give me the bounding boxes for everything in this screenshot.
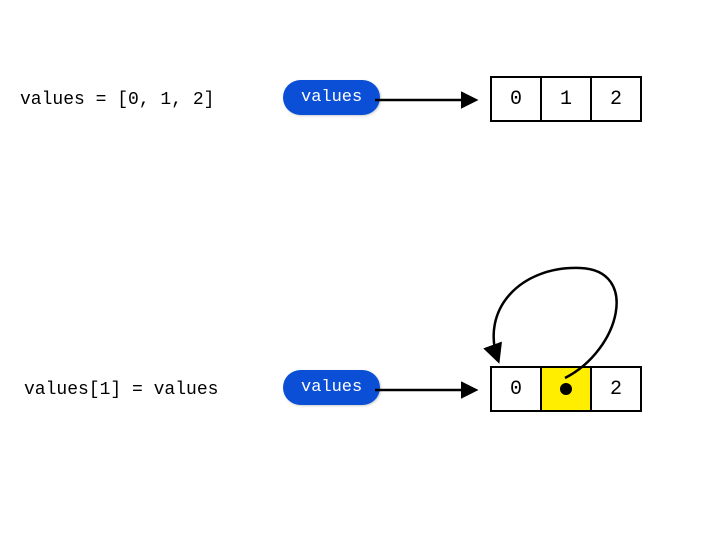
- values-pill-1: values: [283, 80, 380, 115]
- code-line-2: values[1] = values: [24, 380, 218, 400]
- array-1-cell-1: 1: [540, 76, 592, 122]
- arrow-pill-to-array-2: [370, 380, 490, 400]
- arrow-pill-to-array-1: [370, 90, 490, 110]
- values-pill-2: values: [283, 370, 380, 405]
- array-1: 0 1 2: [490, 76, 642, 122]
- array-2-cell-0: 0: [490, 366, 542, 412]
- array-2-cell-2: 2: [590, 366, 642, 412]
- array-1-cell-2: 2: [590, 76, 642, 122]
- code-line-1: values = [0, 1, 2]: [20, 90, 214, 110]
- array-2: 0 2: [490, 366, 642, 412]
- array-2-cell-1-highlighted: [540, 366, 592, 412]
- array-1-cell-0: 0: [490, 76, 542, 122]
- self-reference-dot: [560, 383, 572, 395]
